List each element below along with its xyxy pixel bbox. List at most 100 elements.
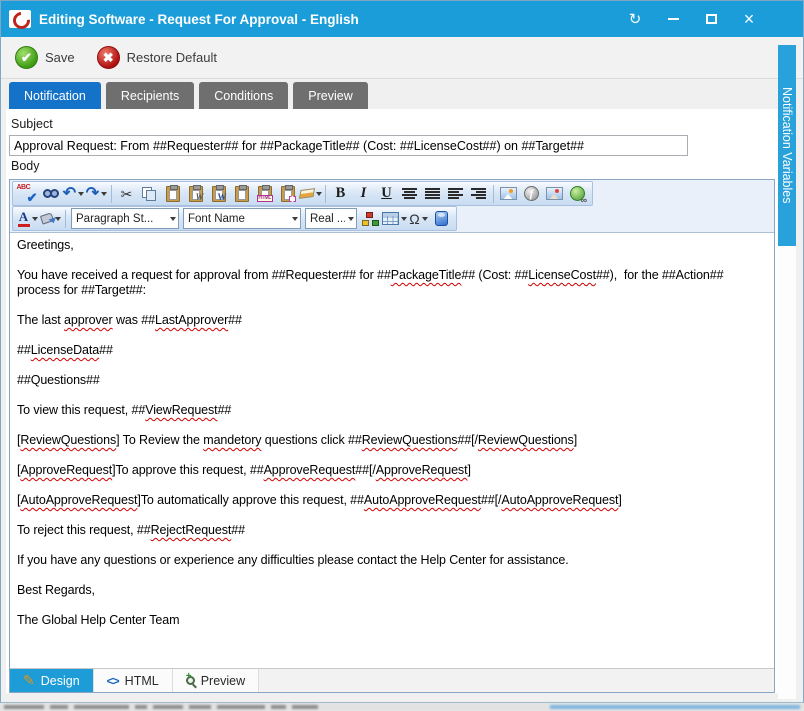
restore-default-button[interactable]: ✖ Restore Default: [97, 46, 217, 69]
image-manager-icon[interactable]: [497, 183, 520, 205]
body-paragraph: Greetings,: [17, 238, 767, 253]
cut-icon[interactable]: ✂: [115, 183, 138, 205]
tab-html[interactable]: <> HTML: [94, 669, 173, 692]
paste-from-word-nostyles-icon[interactable]: W: [207, 183, 230, 205]
justify-icon-glyph: [425, 188, 440, 200]
pencil-icon: ✎: [23, 672, 35, 689]
close-button[interactable]: ×: [737, 7, 761, 31]
hyperlink-glyph: [570, 186, 585, 201]
cut-icon-glyph: ✂: [121, 187, 133, 201]
find-icon[interactable]: [39, 183, 62, 205]
chevron-down-icon: [78, 192, 84, 196]
app-icon: [9, 10, 31, 28]
insert-symbol-icon-glyph: Ω: [409, 212, 419, 226]
paste-from-word-icon[interactable]: W: [184, 183, 207, 205]
spellcheck-icon[interactable]: ABC✔: [16, 183, 39, 205]
maximize-glyph: [706, 14, 717, 24]
text-segment: If you have any questions or experience …: [17, 553, 569, 567]
paste-icon[interactable]: [161, 183, 184, 205]
misspelled-word: ApproveRequest: [376, 463, 468, 477]
underline-icon-glyph: U: [381, 185, 391, 202]
save-label: Save: [45, 50, 75, 65]
desktop-background: [0, 703, 804, 711]
format-stripper-icon[interactable]: [299, 183, 322, 205]
body-paragraph: You have received a request for approval…: [17, 268, 767, 298]
align-center-icon[interactable]: [398, 183, 421, 205]
misspelled-word: PackageTitle: [391, 268, 462, 282]
tab-preview-mode[interactable]: Preview: [173, 669, 259, 692]
chevron-down-icon: [32, 217, 38, 221]
bold-icon[interactable]: B: [329, 183, 352, 205]
document-manager-icon[interactable]: [430, 208, 453, 230]
tab-recipients[interactable]: Recipients: [106, 82, 194, 109]
bold-icon-glyph: B: [336, 185, 346, 202]
underline-icon[interactable]: U: [375, 183, 398, 205]
title-bar[interactable]: Editing Software - Request For Approval …: [1, 1, 803, 37]
tab-preview[interactable]: Preview: [293, 82, 367, 109]
insert-symbol-icon[interactable]: Ω: [407, 208, 430, 230]
tab-notification[interactable]: Notification: [9, 82, 101, 109]
text-segment: ##[/: [355, 463, 375, 477]
align-center-icon-glyph: [402, 188, 417, 200]
text-segment: You have received a request for approval…: [17, 268, 391, 282]
misspelled-word: approver: [64, 313, 113, 327]
window-controls: ↻×: [623, 7, 761, 31]
italic-icon[interactable]: I: [352, 183, 375, 205]
align-left-icon[interactable]: [444, 183, 467, 205]
redo-icon[interactable]: ↷: [85, 183, 108, 205]
font-name-dropdown[interactable]: Font Name: [183, 208, 301, 229]
module-manager-icon[interactable]: [359, 208, 382, 230]
undo-icon[interactable]: ↶: [62, 183, 85, 205]
flash-manager-icon[interactable]: f: [520, 183, 543, 205]
font-color-icon[interactable]: A: [16, 208, 39, 230]
chevron-down-icon: [422, 217, 428, 221]
refresh-button[interactable]: ↻: [623, 7, 647, 31]
insert-table-icon[interactable]: [382, 208, 407, 230]
body-paragraph: Best Regards,: [17, 583, 767, 598]
editor-body[interactable]: Greetings, You have received a request fo…: [10, 233, 774, 668]
copy-icon[interactable]: [138, 183, 161, 205]
hyperlink-icon[interactable]: [566, 183, 589, 205]
minimize-button[interactable]: [661, 7, 685, 31]
tab-design[interactable]: ✎Design: [10, 669, 94, 692]
maximize-button[interactable]: [699, 7, 723, 31]
paste-plain-text-icon[interactable]: [230, 183, 253, 205]
code-icon: <>: [107, 674, 119, 688]
text-segment: ]To approve this request, ##: [112, 463, 263, 477]
save-button[interactable]: ✔ Save: [15, 46, 75, 69]
undo-icon-glyph: ↶: [63, 186, 76, 202]
notification-variables-tab[interactable]: Notification Variables: [778, 45, 796, 246]
text-segment: To view this request, ##: [17, 403, 145, 417]
tab-conditions[interactable]: Conditions: [199, 82, 288, 109]
justify-icon[interactable]: [421, 183, 444, 205]
align-right-icon[interactable]: [467, 183, 490, 205]
paste-as-html-icon[interactable]: [276, 183, 299, 205]
misspelled-word: ReviewQuestions: [362, 433, 458, 447]
paste-html-icon[interactable]: HTML: [253, 183, 276, 205]
main-tab-bar: NotificationRecipientsConditionsPreview: [1, 79, 803, 109]
chevron-down-icon: [165, 217, 178, 221]
misspelled-word: AutoApproveRequest: [20, 493, 137, 507]
text-segment: ]: [467, 463, 470, 477]
paragraph-style-dropdown-value: Paragraph St...: [72, 213, 165, 225]
body-paragraph: If you have any questions or experience …: [17, 553, 767, 568]
tab-html-label: HTML: [125, 674, 159, 688]
save-check-icon: ✔: [15, 46, 38, 69]
align-left-icon-glyph: [448, 188, 463, 200]
notification-panel: Subject Body ABC✔↶↷✂WWHTMLBIUf AParagrap…: [6, 109, 796, 693]
paragraph-style-dropdown[interactable]: Paragraph St...: [71, 208, 179, 229]
subject-label: Subject: [11, 117, 775, 131]
text-segment: The last: [17, 313, 64, 327]
text-segment: ##[/: [481, 493, 501, 507]
text-segment: ##[/: [457, 433, 477, 447]
text-segment: ##: [17, 343, 31, 357]
font-size-dropdown[interactable]: Real ...: [305, 208, 357, 229]
notification-variables-label: Notification Variables: [780, 87, 794, 204]
text-segment: questions click ##: [261, 433, 361, 447]
fill-color-icon[interactable]: [39, 208, 62, 230]
text-segment: ] To Review the: [116, 433, 203, 447]
image-editor-icon[interactable]: [543, 183, 566, 205]
subject-input[interactable]: [9, 135, 688, 156]
body-paragraph: The last approver was ##LastApprover##: [17, 313, 767, 328]
editor-toolbar: ABC✔ ↶ ↷ ✂ WW HTML BIUf A Paragraph St... Font N…: [10, 180, 774, 233]
